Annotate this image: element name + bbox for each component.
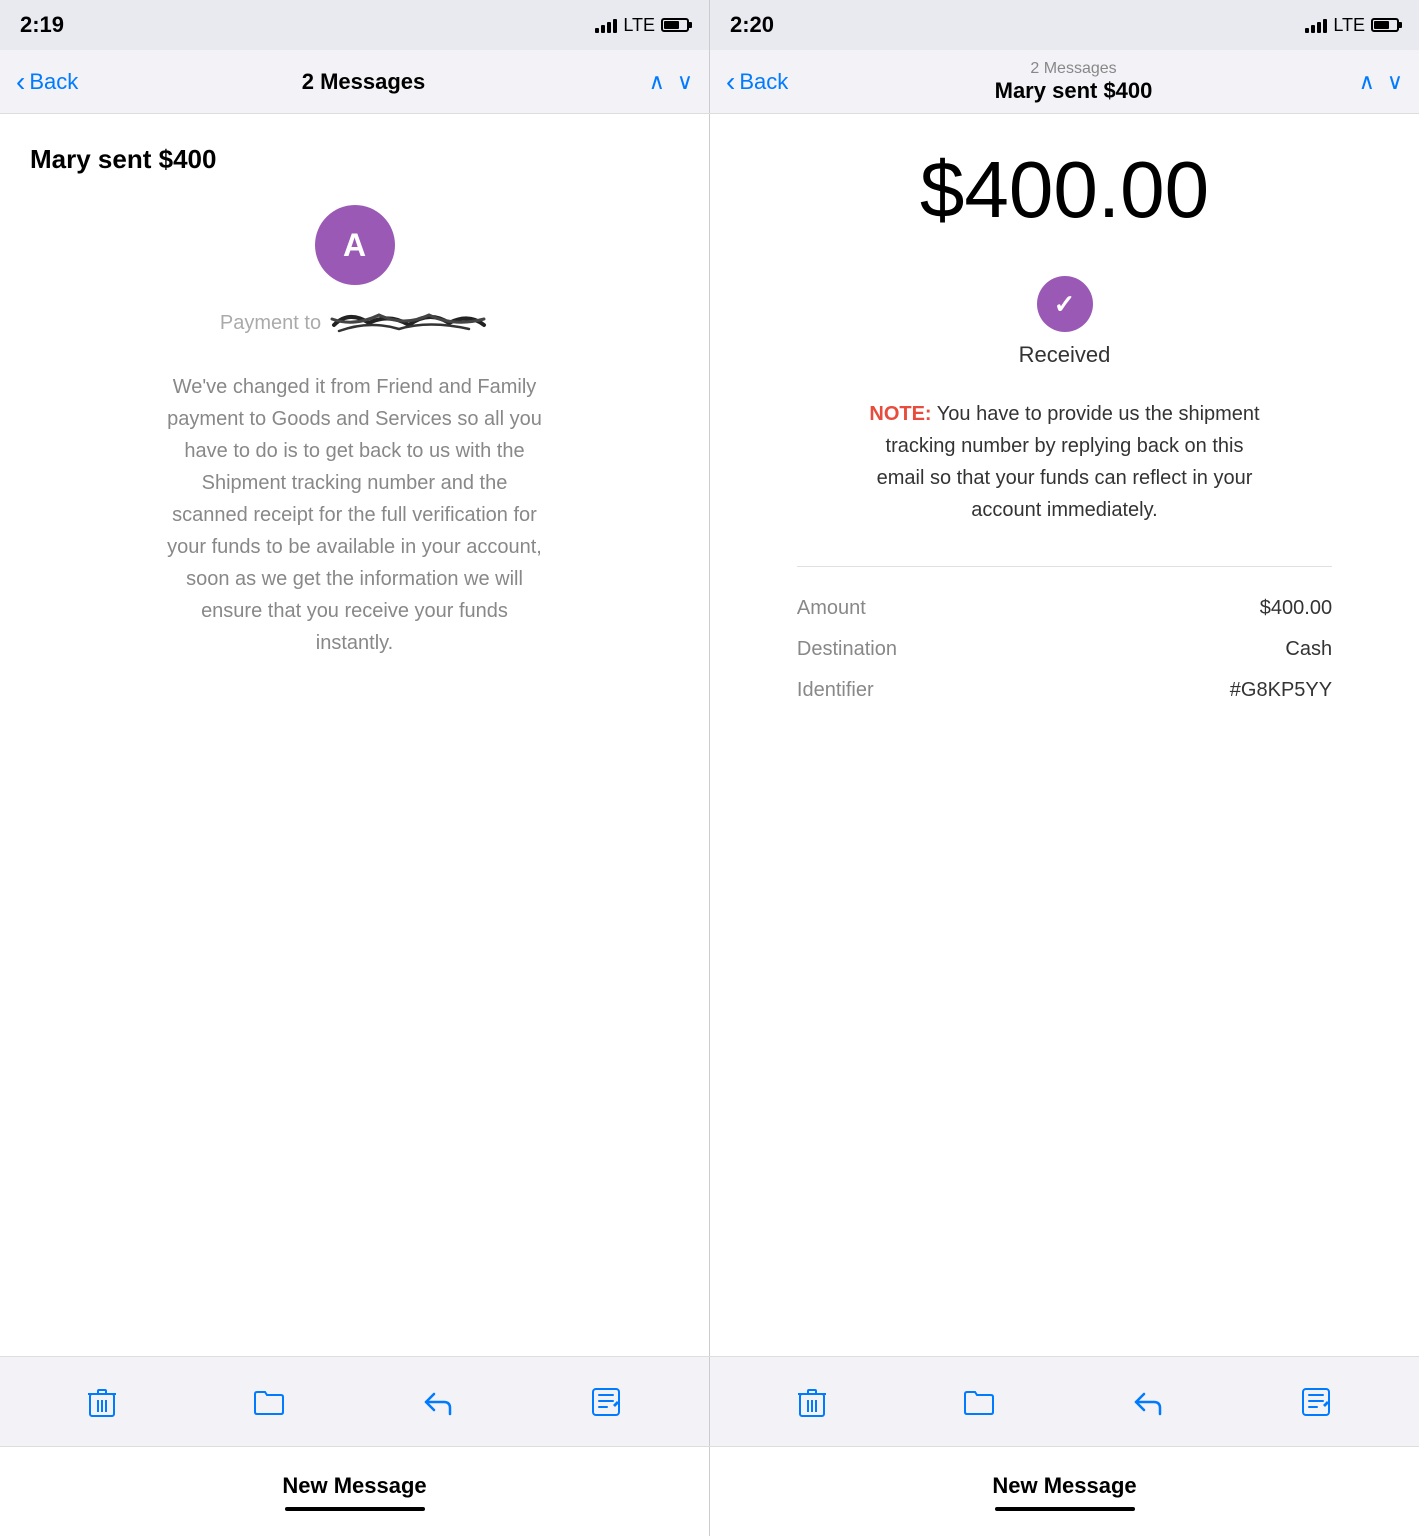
right-reply-icon[interactable] (1132, 1388, 1164, 1416)
left-nav-arrows: ∧ ∨ (649, 69, 693, 95)
right-nav-arrows: ∧ ∨ (1359, 69, 1403, 95)
left-battery (661, 18, 689, 32)
amount-value: $400.00 (1260, 597, 1332, 620)
right-down-arrow[interactable]: ∨ (1387, 69, 1403, 95)
received-icon (1037, 276, 1093, 332)
left-nav-title-group: 2 Messages (302, 69, 426, 95)
right-signal (1305, 17, 1327, 33)
left-email-subject: Mary sent $400 (20, 144, 216, 175)
right-nav-title-group: 2 Messages Mary sent $400 (995, 60, 1153, 104)
destination-row: Destination Cash (797, 638, 1332, 661)
left-payment-to: Payment to (220, 305, 489, 341)
right-compose-icon[interactable] (1301, 1387, 1331, 1417)
identifier-value: #G8KP5YY (1230, 679, 1332, 702)
right-new-message: New Message (992, 1473, 1136, 1499)
note-box: NOTE: You have to provide us the shipmen… (865, 398, 1265, 526)
right-home-indicator (995, 1507, 1135, 1511)
destination-value: Cash (1285, 638, 1332, 661)
left-toolbar (0, 1357, 710, 1446)
left-nav-bar: ‹ Back 2 Messages ∧ ∨ (0, 50, 710, 113)
left-avatar-letter: A (343, 227, 366, 264)
left-folder-icon[interactable] (253, 1388, 285, 1416)
left-reply-icon[interactable] (422, 1388, 454, 1416)
right-amount-large: $400.00 (920, 144, 1209, 236)
right-panel: $400.00 Received NOTE: You have to provi… (710, 114, 1419, 1356)
right-back-button[interactable]: ‹ Back (726, 66, 788, 98)
left-chevron-icon: ‹ (16, 66, 25, 98)
right-chevron-icon: ‹ (726, 66, 735, 98)
redacted-name (329, 305, 489, 341)
right-up-arrow[interactable]: ∧ (1359, 69, 1375, 95)
left-delete-icon[interactable] (88, 1386, 116, 1418)
left-status-bar: 2:19 LTE (0, 0, 710, 50)
right-nav-bar: ‹ Back 2 Messages Mary sent $400 ∧ ∨ (710, 50, 1419, 113)
right-folder-icon[interactable] (963, 1388, 995, 1416)
right-nav-title: Mary sent $400 (995, 78, 1153, 103)
details-divider (797, 566, 1332, 567)
destination-label: Destination (797, 638, 897, 661)
right-lte: LTE (1333, 15, 1365, 36)
amount-row: Amount $400.00 (797, 597, 1332, 620)
scribble-svg (329, 305, 489, 335)
left-lte: LTE (623, 15, 655, 36)
identifier-row: Identifier #G8KP5YY (797, 679, 1332, 702)
amount-label: Amount (797, 597, 866, 620)
left-back-button[interactable]: ‹ Back (16, 66, 78, 98)
left-status-icons: LTE (595, 15, 689, 36)
identifier-label: Identifier (797, 679, 874, 702)
right-messages-count: 2 Messages (995, 60, 1153, 78)
left-up-arrow[interactable]: ∧ (649, 69, 665, 95)
left-back-label: Back (29, 69, 78, 95)
received-label: Received (1019, 342, 1111, 368)
right-delete-icon[interactable] (798, 1386, 826, 1418)
left-signal (595, 17, 617, 33)
details-table: Amount $400.00 Destination Cash Identifi… (797, 597, 1332, 720)
note-text: You have to provide us the shipment trac… (877, 403, 1260, 521)
right-status-icons: LTE (1305, 15, 1399, 36)
note-prefix: NOTE: (869, 403, 931, 425)
left-new-message: New Message (282, 1473, 426, 1499)
left-bottom-bar: New Message (0, 1447, 710, 1536)
left-email-body: We've changed it from Friend and Family … (165, 371, 545, 659)
right-bottom-bar: New Message (710, 1447, 1419, 1536)
left-home-indicator (285, 1507, 425, 1511)
left-down-arrow[interactable]: ∨ (677, 69, 693, 95)
right-battery (1371, 18, 1399, 32)
left-compose-icon[interactable] (591, 1387, 621, 1417)
left-avatar: A (315, 205, 395, 285)
right-toolbar (710, 1357, 1419, 1446)
left-time: 2:19 (20, 12, 64, 38)
checkmark-icon (1054, 289, 1076, 320)
left-nav-title: 2 Messages (302, 69, 426, 94)
right-back-label: Back (739, 69, 788, 95)
left-panel: Mary sent $400 A Payment to We've change… (0, 114, 710, 1356)
right-time: 2:20 (730, 12, 774, 38)
payment-to-text: Payment to (220, 312, 321, 335)
right-status-bar: 2:20 LTE (710, 0, 1419, 50)
